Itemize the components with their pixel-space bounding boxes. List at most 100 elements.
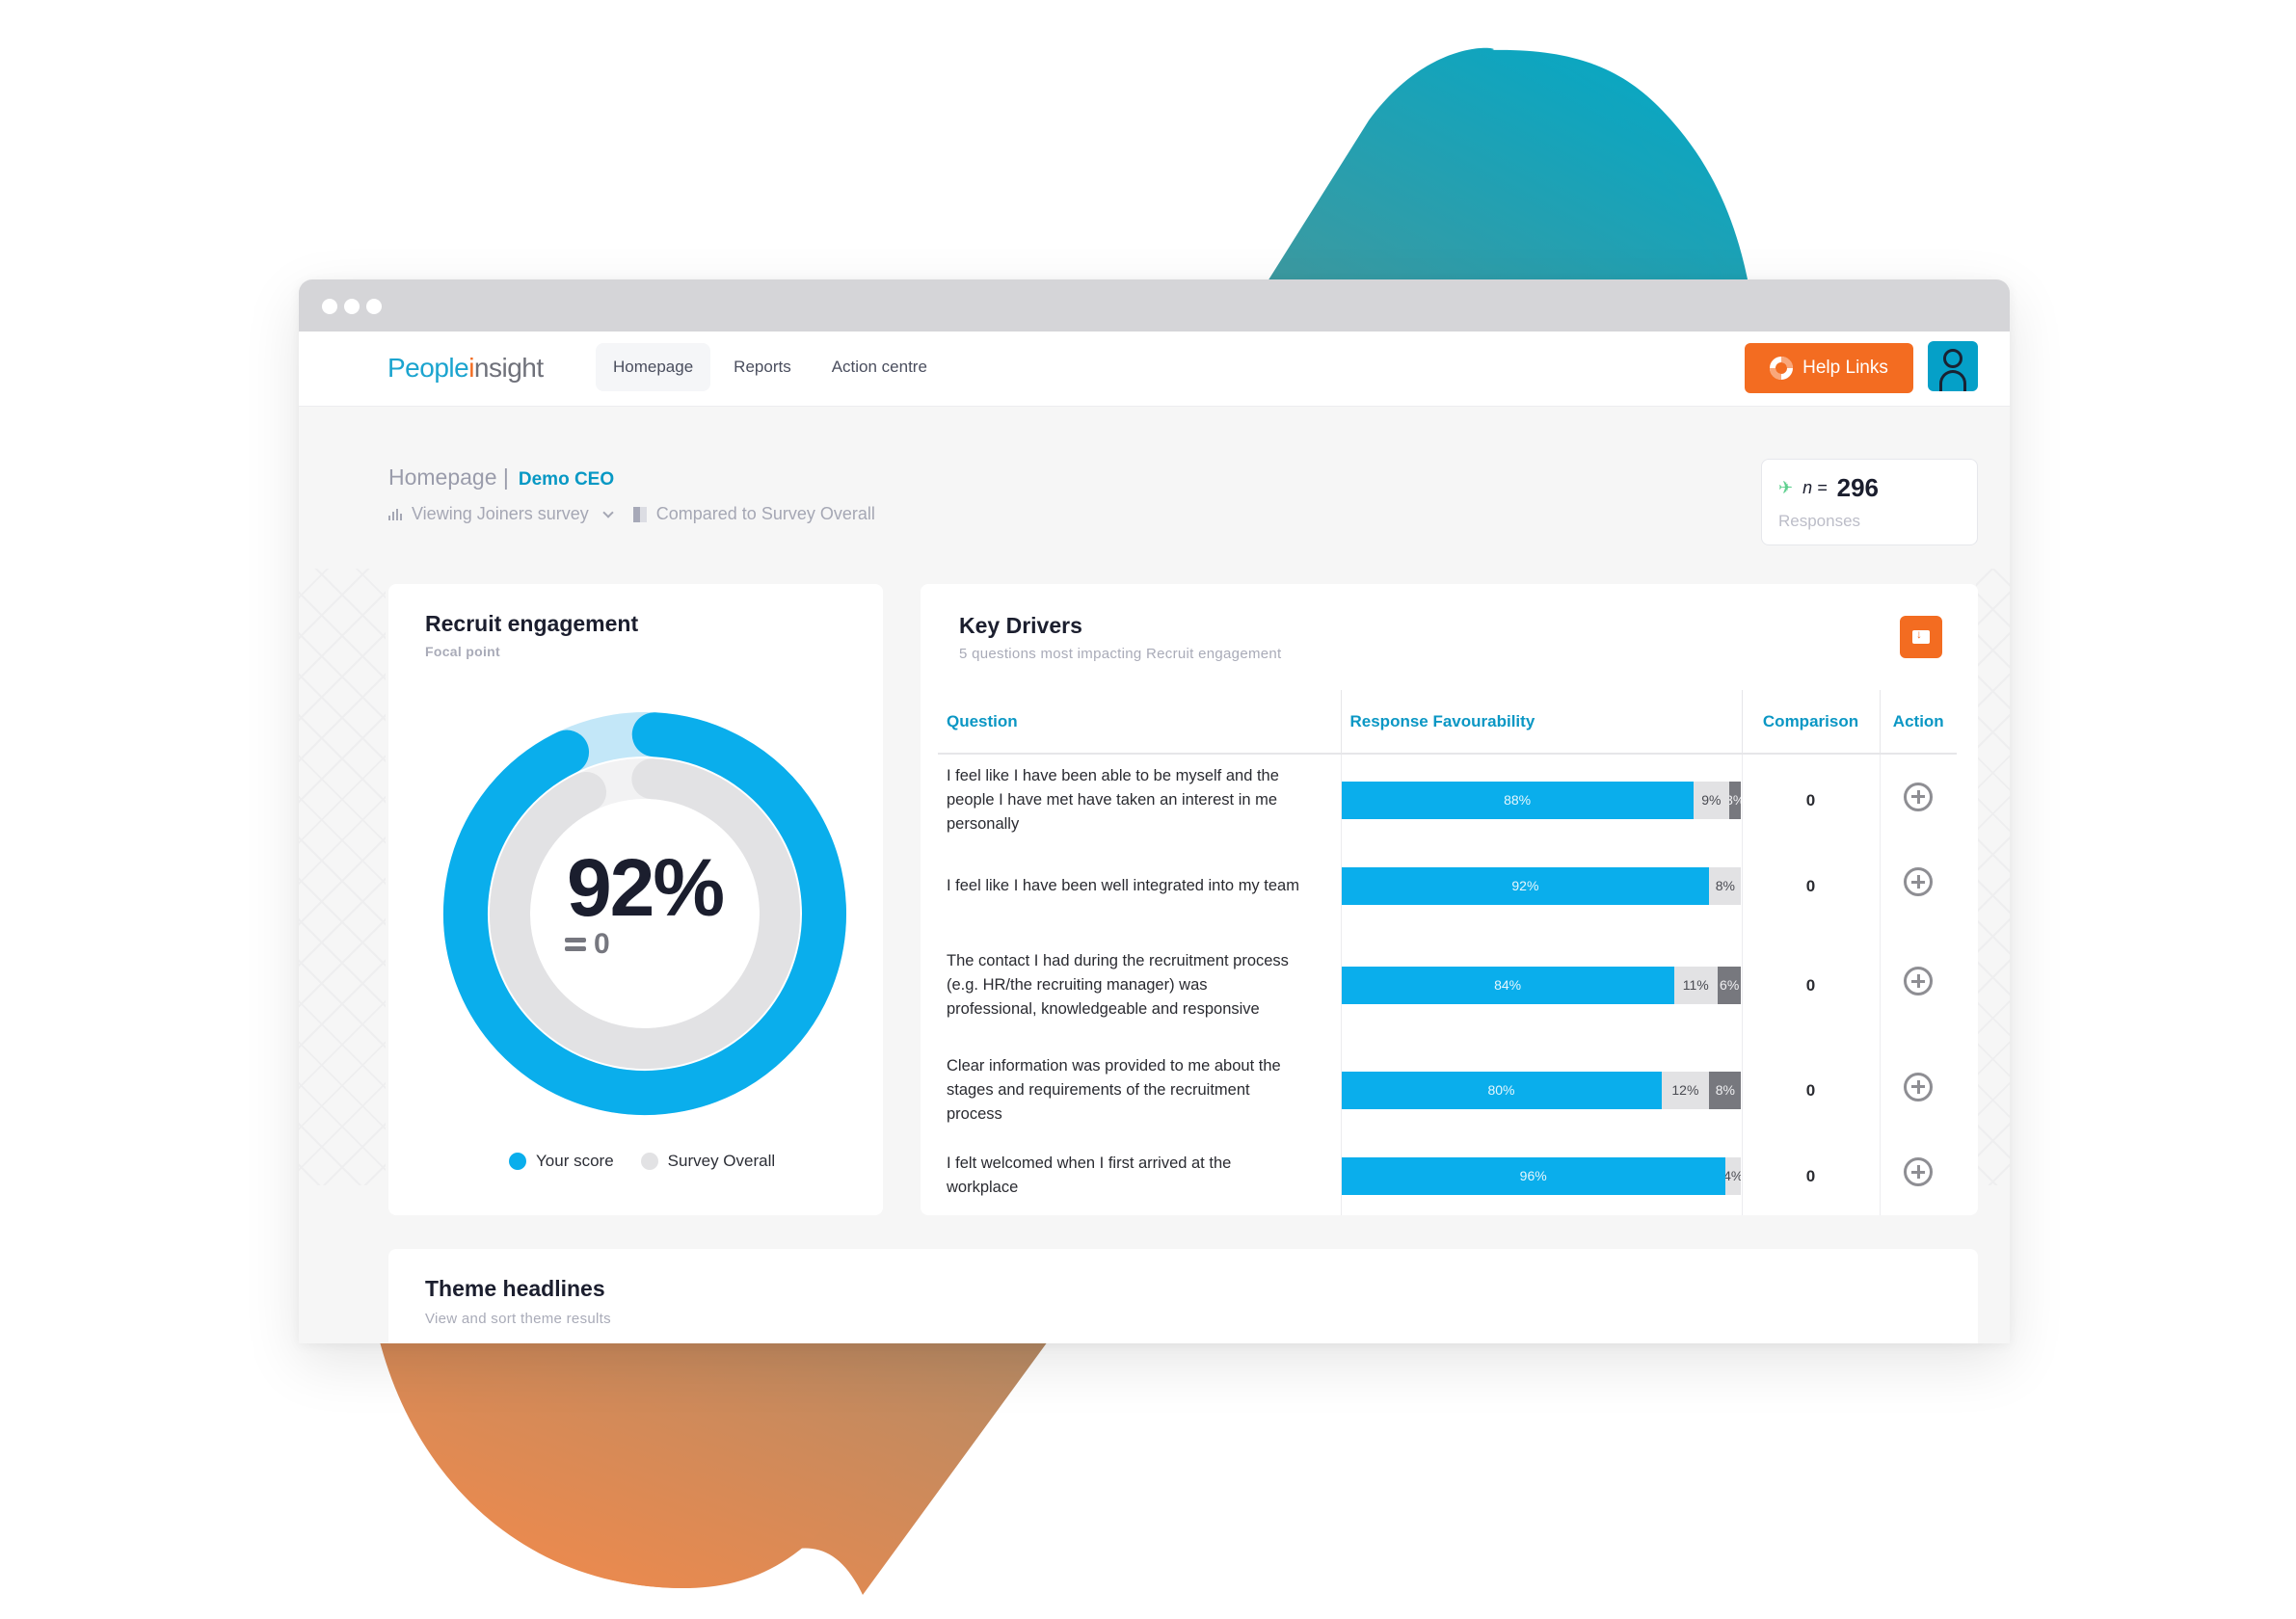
donut-legend: Your score Survey Overall <box>509 1152 775 1171</box>
favourability-bar: 80% 12% 8% <box>1340 1045 1742 1136</box>
engagement-donut: 92% 0 <box>442 711 847 1116</box>
driver-row: I feel like I have been well integrated … <box>938 846 1957 925</box>
column-header-question[interactable]: Question <box>938 690 1341 755</box>
key-drivers-card: Key Drivers 5 questions most impacting R… <box>921 584 1978 1215</box>
segment-unfavourable: 3% <box>1729 782 1742 819</box>
driver-question: I feel like I have been well integrated … <box>947 876 1299 894</box>
top-navbar: Peopleinsight Homepage Reports Action ce… <box>299 332 2010 407</box>
legend-your-score: Your score <box>509 1152 614 1171</box>
card-title: Theme headlines <box>425 1276 605 1301</box>
segment-neutral: 9% <box>1693 782 1730 819</box>
add-action-cell <box>1879 1136 1957 1215</box>
column-header-favourability[interactable]: Response Favourability <box>1340 690 1742 755</box>
people-insight-logo[interactable]: Peopleinsight <box>387 353 544 384</box>
window-dot <box>366 299 382 314</box>
breadcrumb-homepage[interactable]: Homepage | <box>388 464 509 491</box>
driver-row: I felt welcomed when I first arrived at … <box>938 1136 1957 1215</box>
survey-filters: Viewing Joiners survey Compared to Surve… <box>388 504 875 524</box>
decorative-orange-shape <box>380 1341 1048 1595</box>
folder-download-icon <box>1912 627 1930 644</box>
nav-reports[interactable]: Reports <box>716 343 809 391</box>
comparison-select[interactable]: Compared to Survey Overall <box>632 504 875 524</box>
driver-row: The contact I had during the recruitment… <box>938 925 1957 1045</box>
main-nav: Homepage Reports Action centre <box>596 343 945 391</box>
driver-row: Clear information was provided to me abo… <box>938 1045 1957 1136</box>
browser-titlebar <box>299 279 2010 332</box>
equal-icon <box>565 938 586 951</box>
score-delta: 0 <box>565 928 610 961</box>
logo-text-people: People <box>387 353 469 383</box>
add-action-cell <box>1879 1045 1957 1136</box>
favourability-bar: 92% 8% <box>1340 846 1742 925</box>
comparison-value: 0 <box>1741 925 1880 1045</box>
column-header-action: Action <box>1879 690 1957 755</box>
background-pattern <box>1976 569 2010 1185</box>
driver-question: I feel like I have been able to be mysel… <box>947 767 1279 833</box>
browser-window: Peopleinsight Homepage Reports Action ce… <box>299 279 2010 1343</box>
comparison-value: 0 <box>1741 1045 1880 1136</box>
comparison-icon <box>632 506 647 522</box>
user-icon-body <box>1939 370 1966 391</box>
comparison-value: 0 <box>1741 846 1880 925</box>
delta-value: 0 <box>594 928 610 960</box>
page-header: Homepage | Demo CEO Viewing Joiners surv… <box>388 464 875 524</box>
user-icon <box>1943 349 1962 368</box>
segment-favourable: 80% <box>1341 1072 1662 1109</box>
card-title: Recruit engagement <box>425 611 639 636</box>
legend-survey-overall: Survey Overall <box>640 1152 776 1171</box>
driver-question: I felt welcomed when I first arrived at … <box>947 1155 1232 1196</box>
add-action-icon[interactable] <box>1904 967 1934 995</box>
comparison-value: 0 <box>1741 754 1880 846</box>
add-action-icon[interactable] <box>1904 1157 1934 1186</box>
engagement-score: 92% <box>566 842 725 933</box>
help-links-label: Help Links <box>1802 358 1888 378</box>
segment-favourable: 88% <box>1341 782 1694 819</box>
favourability-bar: 88%9%3% <box>1340 754 1742 846</box>
key-drivers-table: Question Response Favourability Comparis… <box>938 690 1957 1215</box>
segment-unfavourable: 6% <box>1717 966 1742 1004</box>
theme-headlines-card: Theme headlines View and sort theme resu… <box>388 1249 1978 1343</box>
responses-label: Responses <box>1778 512 1861 530</box>
user-avatar-button[interactable] <box>1928 341 1978 391</box>
legend-swatch <box>509 1153 526 1170</box>
column-header-comparison[interactable]: Comparison <box>1741 690 1880 755</box>
responses-count: 296 <box>1836 473 1880 502</box>
legend-label: Your score <box>536 1152 614 1170</box>
lifebuoy-icon <box>1770 357 1794 380</box>
recruit-engagement-card: Recruit engagement Focal point 92% 0 You… <box>388 584 883 1215</box>
segment-favourable: 92% <box>1341 866 1710 905</box>
responses-card: ✈ n = 296 Responses <box>1761 459 1978 545</box>
survey-select[interactable]: Viewing Joiners survey <box>388 504 618 524</box>
segment-neutral: 11% <box>1673 966 1718 1004</box>
legend-label: Survey Overall <box>667 1152 776 1170</box>
favourability-bar: 84% 11% 6% <box>1340 925 1742 1045</box>
breadcrumb-demo-ceo: Demo CEO <box>518 469 615 490</box>
card-title: Key Drivers <box>959 613 1082 638</box>
window-dot <box>344 299 360 314</box>
legend-swatch <box>640 1153 658 1170</box>
add-action-icon[interactable] <box>1904 867 1934 896</box>
segment-unfavourable: 8% <box>1709 1072 1742 1109</box>
add-action-icon[interactable] <box>1904 1072 1934 1101</box>
help-links-button[interactable]: Help Links <box>1745 343 1913 393</box>
comparison-label: Compared to Survey Overall <box>655 504 875 523</box>
segment-favourable: 96% <box>1341 1156 1725 1195</box>
favourability-bar: 96%4% <box>1340 1136 1742 1215</box>
nav-action-centre[interactable]: Action centre <box>814 343 945 391</box>
bar-chart-icon <box>388 508 402 520</box>
survey-select-label: Viewing Joiners survey <box>412 504 589 523</box>
driver-row: I feel like I have been able to be mysel… <box>938 754 1957 846</box>
segment-neutral: 12% <box>1661 1072 1710 1109</box>
export-button[interactable] <box>1900 616 1942 658</box>
n-label: n = <box>1802 478 1828 497</box>
add-action-icon[interactable] <box>1904 782 1934 811</box>
add-action-cell <box>1879 754 1957 846</box>
driver-question: The contact I had during the recruitment… <box>947 951 1289 1018</box>
driver-question: Clear information was provided to me abo… <box>947 1057 1281 1123</box>
add-action-cell <box>1879 846 1957 925</box>
nav-homepage[interactable]: Homepage <box>596 343 711 391</box>
breadcrumb: Homepage | Demo CEO <box>388 464 875 491</box>
rocket-icon: ✈ <box>1778 478 1794 497</box>
background-pattern <box>299 569 386 1185</box>
card-subtitle: 5 questions most impacting Recruit engag… <box>959 646 1282 662</box>
